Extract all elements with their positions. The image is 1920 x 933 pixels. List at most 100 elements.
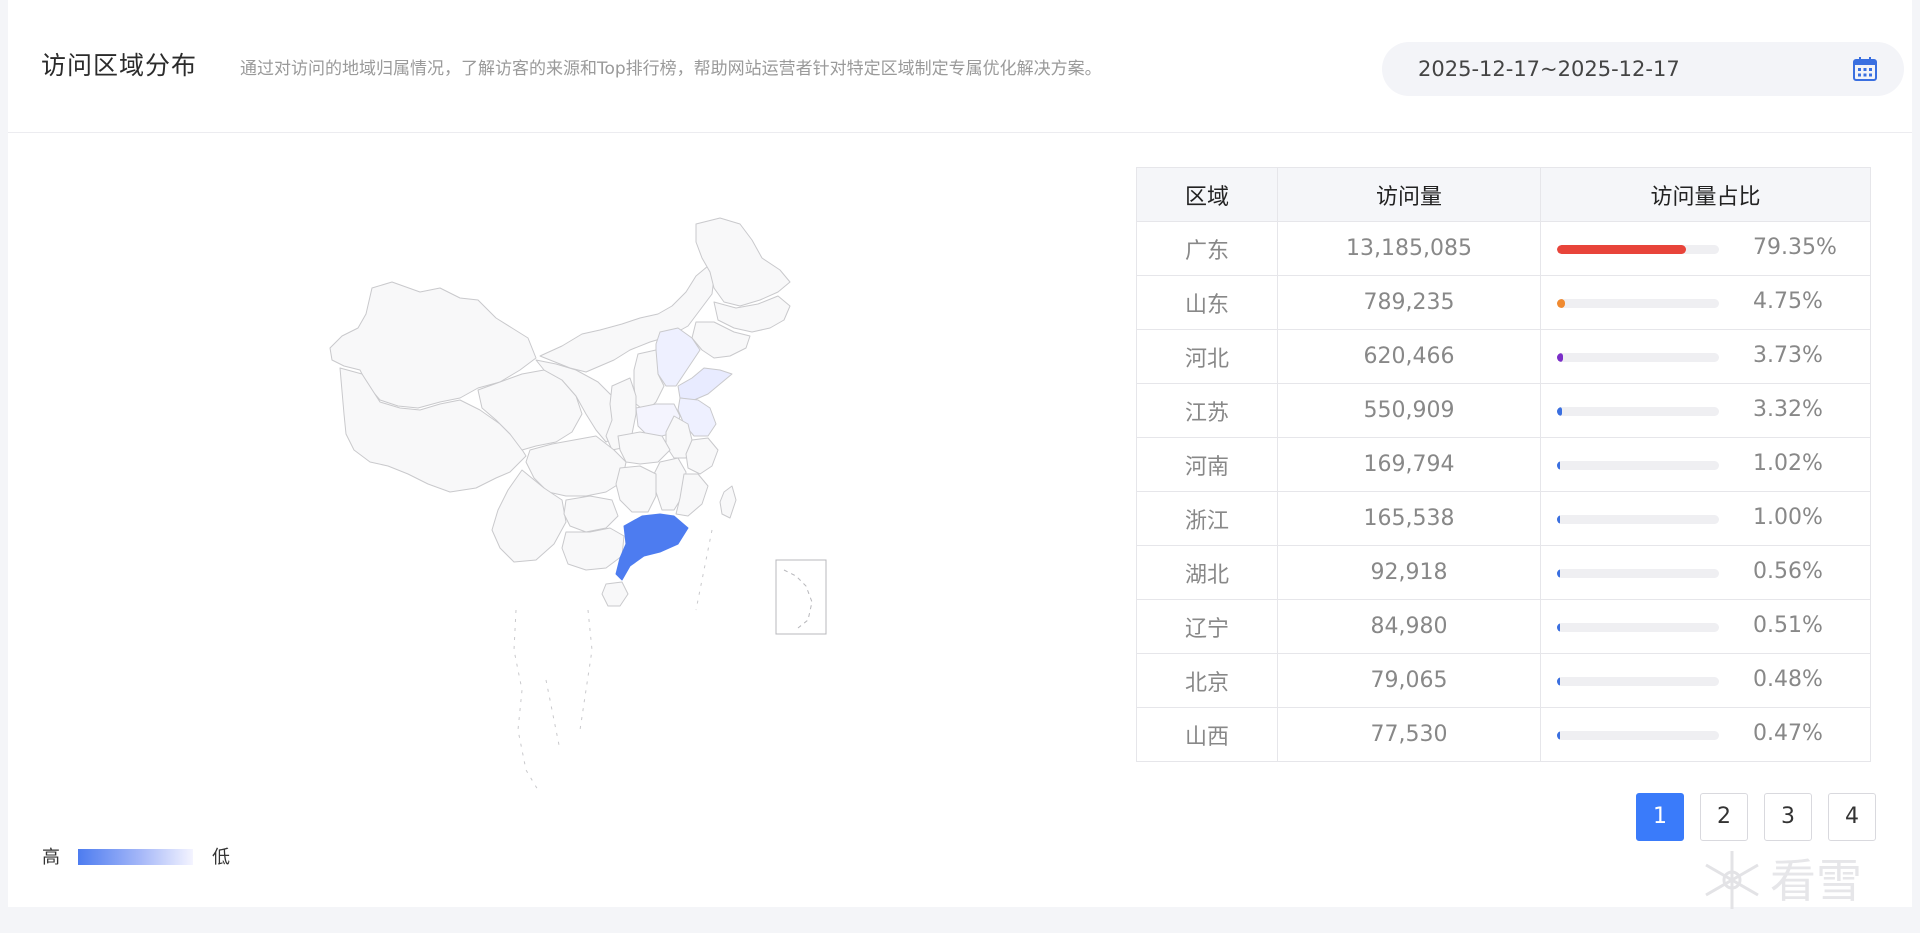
- south-china-sea-islands: [513, 529, 713, 791]
- page-button-2[interactable]: 2: [1700, 793, 1748, 841]
- cell-visits: 77,530: [1277, 707, 1541, 762]
- date-range-picker[interactable]: 2025-12-17~2025-12-17: [1382, 42, 1904, 96]
- cell-region: 广东: [1136, 221, 1278, 276]
- map-region-taiwan[interactable]: [719, 485, 737, 519]
- table-row: 浙江 165,538 1.00%: [1136, 491, 1871, 546]
- cell-region: 山东: [1136, 275, 1278, 330]
- ratio-bar-fill: [1557, 245, 1686, 254]
- ratio-bar-track: [1557, 677, 1719, 686]
- ratio-bar-fill: [1557, 677, 1561, 686]
- page-button-1[interactable]: 1: [1636, 793, 1684, 841]
- cell-visits: 84,980: [1277, 599, 1541, 654]
- ratio-bar-track: [1557, 299, 1719, 308]
- cell-region: 山西: [1136, 707, 1278, 762]
- header-ratio[interactable]: 访问量占比: [1540, 167, 1871, 222]
- ratio-bar-track: [1557, 407, 1719, 416]
- map-region-hubei[interactable]: [617, 431, 671, 465]
- table-row: 山东 789,235 4.75%: [1136, 275, 1871, 330]
- table-row: 辽宁 84,980 0.51%: [1136, 599, 1871, 654]
- watermark-text: 看雪: [1770, 854, 1862, 908]
- table-row: 北京 79,065 0.48%: [1136, 653, 1871, 708]
- ratio-bar-track: [1557, 731, 1719, 740]
- ratio-bar-track: [1557, 569, 1719, 578]
- ratio-bar-fill: [1557, 569, 1561, 578]
- cell-ratio: 1.00%: [1540, 491, 1871, 546]
- ratio-bar-fill: [1557, 623, 1561, 632]
- date-range-text: 2025-12-17~2025-12-17: [1418, 57, 1680, 81]
- ratio-bar-track: [1557, 461, 1719, 470]
- table-row: 山西 77,530 0.47%: [1136, 707, 1871, 762]
- cell-visits: 620,466: [1277, 329, 1541, 384]
- cell-visits: 79,065: [1277, 653, 1541, 708]
- cell-ratio: 0.47%: [1540, 707, 1871, 762]
- ratio-percent: 79.35%: [1753, 235, 1837, 260]
- page-description: 通过对访问的地域归属情况，了解访客的来源和Top排行榜，帮助网站运营者针对特定区…: [240, 59, 1102, 79]
- cell-region: 江苏: [1136, 383, 1278, 438]
- ratio-bar-track: [1557, 353, 1719, 362]
- map-region-shandong[interactable]: [677, 367, 733, 401]
- cell-region: 河北: [1136, 329, 1278, 384]
- calendar-icon[interactable]: [1852, 56, 1878, 82]
- map-region-guangdong[interactable]: [615, 513, 689, 581]
- header-region[interactable]: 区域: [1136, 167, 1278, 222]
- cell-ratio: 0.56%: [1540, 545, 1871, 600]
- cell-region: 辽宁: [1136, 599, 1278, 654]
- ratio-percent: 0.51%: [1753, 613, 1823, 638]
- cell-visits: 92,918: [1277, 545, 1541, 600]
- ratio-percent: 4.75%: [1753, 289, 1823, 314]
- kanxue-watermark: 看雪: [1705, 851, 1862, 909]
- cell-ratio: 4.75%: [1540, 275, 1871, 330]
- page-button-3[interactable]: 3: [1764, 793, 1812, 841]
- ratio-percent: 0.48%: [1753, 667, 1823, 692]
- map-region-hainan[interactable]: [601, 581, 629, 607]
- page-button-4[interactable]: 4: [1828, 793, 1876, 841]
- cell-visits: 550,909: [1277, 383, 1541, 438]
- table-row: 江苏 550,909 3.32%: [1136, 383, 1871, 438]
- table-row: 广东 13,185,085 79.35%: [1136, 221, 1871, 276]
- ratio-percent: 3.32%: [1753, 397, 1823, 422]
- table-row: 河南 169,794 1.02%: [1136, 437, 1871, 492]
- map-region-hunan[interactable]: [615, 465, 657, 513]
- south-sea-inset: [775, 559, 827, 635]
- table-body: 广东 13,185,085 79.35% 山东 789,235 4.75% 河北 620,46…: [1136, 221, 1871, 762]
- ratio-bar-fill: [1557, 407, 1563, 416]
- cell-visits: 13,185,085: [1277, 221, 1541, 276]
- ratio-bar-track: [1557, 623, 1719, 632]
- cell-visits: 165,538: [1277, 491, 1541, 546]
- cell-ratio: 1.02%: [1540, 437, 1871, 492]
- region-table: 区域 访问量 访问量占比 广东 13,185,085 79.35% 山东 789,235…: [1136, 167, 1871, 762]
- china-map[interactable]: [300, 210, 900, 830]
- ratio-percent: 1.00%: [1753, 505, 1823, 530]
- map-region-zhejiang[interactable]: [685, 437, 719, 475]
- table-row: 湖北 92,918 0.56%: [1136, 545, 1871, 600]
- ratio-percent: 0.47%: [1753, 721, 1823, 746]
- ratio-bar-fill: [1557, 461, 1561, 470]
- cell-ratio: 0.48%: [1540, 653, 1871, 708]
- ratio-bar-track: [1557, 515, 1719, 524]
- cell-visits: 169,794: [1277, 437, 1541, 492]
- legend-gradient-bar: [78, 849, 193, 865]
- cell-ratio: 3.73%: [1540, 329, 1871, 384]
- cell-region: 浙江: [1136, 491, 1278, 546]
- card-header: 访问区域分布 通过对访问的地域归属情况，了解访客的来源和Top排行榜，帮助网站运…: [8, 0, 1912, 133]
- ratio-bar-fill: [1557, 731, 1561, 740]
- cell-region: 河南: [1136, 437, 1278, 492]
- ratio-percent: 3.73%: [1753, 343, 1823, 368]
- cell-region: 湖北: [1136, 545, 1278, 600]
- cell-ratio: 0.51%: [1540, 599, 1871, 654]
- map-region-guangxi[interactable]: [561, 527, 625, 571]
- header-visits[interactable]: 访问量: [1277, 167, 1541, 222]
- ratio-bar-track: [1557, 245, 1719, 254]
- ratio-bar-fill: [1557, 299, 1565, 308]
- table-header-row: 区域 访问量 访问量占比: [1136, 167, 1871, 222]
- page-title: 访问区域分布: [41, 51, 198, 80]
- ratio-percent: 1.02%: [1753, 451, 1823, 476]
- snowflake-icon: [1705, 851, 1759, 909]
- ratio-bar-fill: [1557, 353, 1564, 362]
- cell-visits: 789,235: [1277, 275, 1541, 330]
- cell-ratio: 79.35%: [1540, 221, 1871, 276]
- cell-region: 北京: [1136, 653, 1278, 708]
- table-row: 河北 620,466 3.73%: [1136, 329, 1871, 384]
- map-region-guizhou[interactable]: [563, 495, 619, 533]
- legend-low-label: 低: [212, 847, 230, 868]
